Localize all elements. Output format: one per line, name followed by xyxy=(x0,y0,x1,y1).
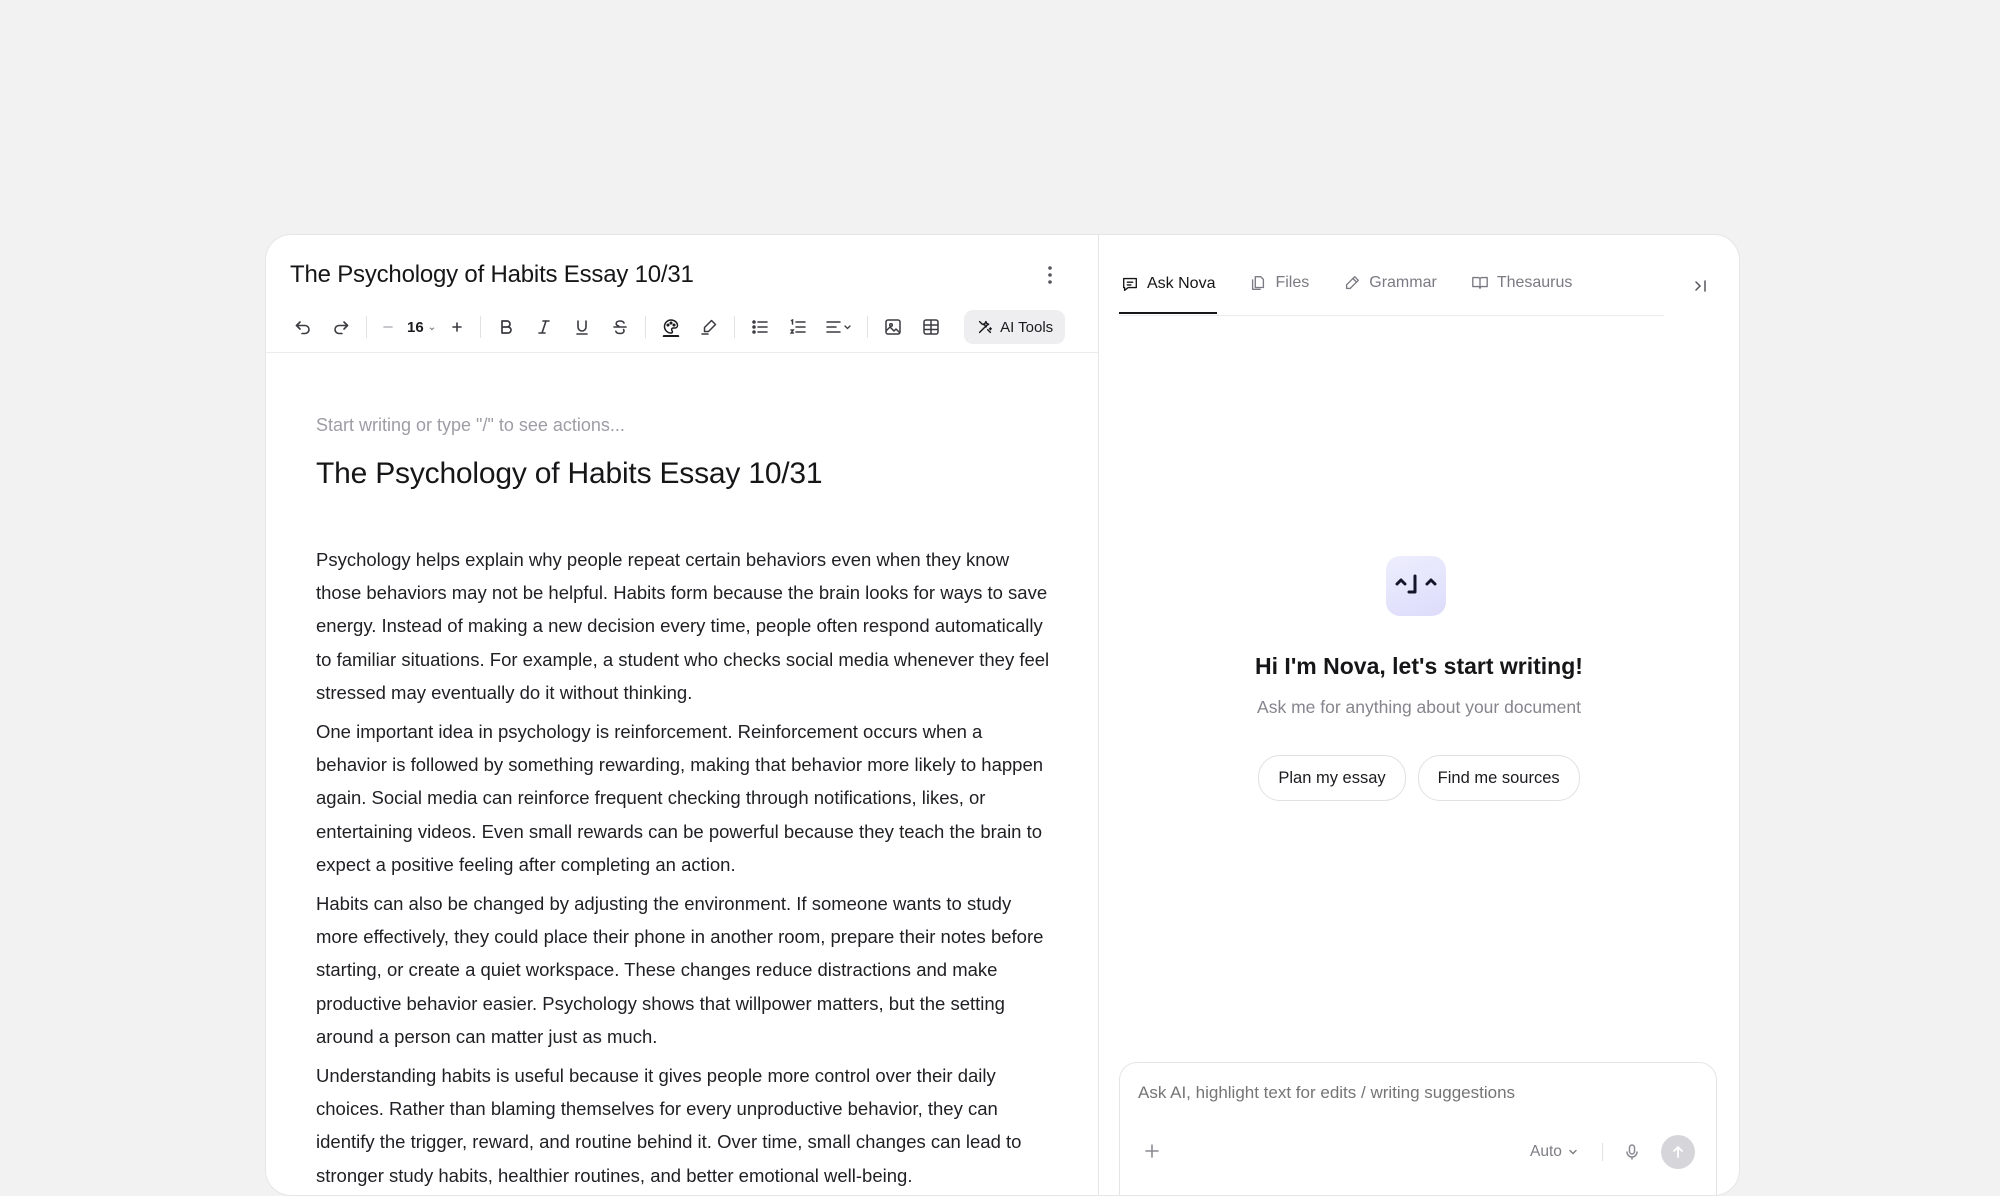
tab-label: Ask Nova xyxy=(1147,274,1216,292)
chat-composer: Auto xyxy=(1119,1062,1717,1195)
model-select[interactable]: Auto xyxy=(1530,1143,1578,1161)
toolbar-divider-line xyxy=(266,352,1098,353)
editor-placeholder[interactable]: Start writing or type "/" to see actions… xyxy=(316,415,625,436)
italic-icon[interactable] xyxy=(525,309,563,345)
send-button[interactable] xyxy=(1661,1135,1695,1169)
model-select-value: Auto xyxy=(1530,1143,1562,1160)
collapse-panel-icon[interactable] xyxy=(1687,273,1713,299)
app-window: The Psychology of Habits Essay 10/31 16 … xyxy=(265,234,1740,1196)
redo-icon[interactable] xyxy=(322,309,360,345)
chat-icon xyxy=(1123,277,1137,291)
tab-label: Grammar xyxy=(1369,274,1437,291)
more-options-icon[interactable] xyxy=(1038,263,1062,287)
editor-pane: The Psychology of Habits Essay 10/31 16 … xyxy=(266,235,1099,1195)
tab-ask-nova[interactable]: Ask Nova xyxy=(1119,255,1218,314)
formatting-toolbar: 16 ⌄ AI Tools xyxy=(284,307,1084,347)
nova-greeting: Hi I'm Nova, let's start writing! xyxy=(1255,653,1583,679)
paragraph[interactable]: One important idea in psychology is rein… xyxy=(316,715,1056,881)
suggestion-chips: Plan my essay Find me sources xyxy=(1099,755,1739,801)
tab-thesaurus[interactable]: Thesaurus xyxy=(1469,255,1575,311)
plan-my-essay-button[interactable]: Plan my essay xyxy=(1258,755,1406,801)
document-body[interactable]: Psychology helps explain why people repe… xyxy=(316,543,1056,1195)
tab-files[interactable]: Files xyxy=(1247,255,1311,311)
text-color-icon[interactable] xyxy=(652,309,690,345)
composer-divider xyxy=(1602,1143,1603,1161)
assistant-pane: Ask Nova Files Grammar Thesaurus Hi I'm … xyxy=(1099,235,1739,1195)
toolbar-divider xyxy=(734,316,736,338)
toolbar-divider xyxy=(366,316,367,338)
bullet-list-icon[interactable] xyxy=(741,309,779,345)
increase-font-icon[interactable] xyxy=(440,309,474,345)
chevron-down-icon xyxy=(1569,1149,1577,1155)
numbered-list-icon[interactable] xyxy=(779,309,817,345)
chevron-down-icon: ⌄ xyxy=(427,321,437,333)
image-icon[interactable] xyxy=(874,309,912,345)
nova-logo-icon xyxy=(1386,556,1446,616)
add-attachment-icon[interactable] xyxy=(1142,1141,1162,1161)
toolbar-divider xyxy=(645,316,647,338)
arrow-up-icon xyxy=(1673,1146,1683,1158)
paragraph[interactable]: Psychology helps explain why people repe… xyxy=(316,543,1056,709)
underline-icon[interactable] xyxy=(563,309,601,345)
book-icon xyxy=(1471,276,1488,290)
chat-input[interactable] xyxy=(1138,1083,1698,1103)
files-icon xyxy=(1252,276,1265,290)
paragraph[interactable]: Habits can also be changed by adjusting … xyxy=(316,887,1056,1053)
font-size-value: 16 xyxy=(407,318,424,336)
document-heading[interactable]: The Psychology of Habits Essay 10/31 xyxy=(316,457,823,491)
document-title[interactable]: The Psychology of Habits Essay 10/31 xyxy=(290,261,694,289)
toolbar-divider xyxy=(480,316,482,338)
nova-subgreeting: Ask me for anything about your document xyxy=(1257,697,1581,717)
strikethrough-icon[interactable] xyxy=(601,309,639,345)
ai-tools-button[interactable]: AI Tools xyxy=(964,310,1066,344)
font-size-select[interactable]: 16 ⌄ xyxy=(403,319,440,336)
ai-tools-icon xyxy=(978,320,993,334)
assistant-tabs: Ask Nova Files Grammar Thesaurus xyxy=(1119,255,1664,316)
tab-grammar[interactable]: Grammar xyxy=(1341,255,1439,311)
undo-icon[interactable] xyxy=(284,309,322,345)
pen-icon xyxy=(1346,276,1360,290)
highlight-icon[interactable] xyxy=(690,309,728,345)
toolbar-divider xyxy=(867,316,869,338)
align-icon[interactable] xyxy=(817,309,861,345)
tab-label: Thesaurus xyxy=(1496,274,1573,291)
table-icon[interactable] xyxy=(912,309,950,345)
tab-label: Files xyxy=(1275,274,1310,291)
bold-icon[interactable] xyxy=(487,309,525,345)
decrease-font-icon[interactable] xyxy=(373,309,403,345)
ai-tools-label: AI Tools xyxy=(1000,318,1054,336)
find-me-sources-button[interactable]: Find me sources xyxy=(1417,755,1580,801)
microphone-icon[interactable] xyxy=(1622,1142,1642,1162)
